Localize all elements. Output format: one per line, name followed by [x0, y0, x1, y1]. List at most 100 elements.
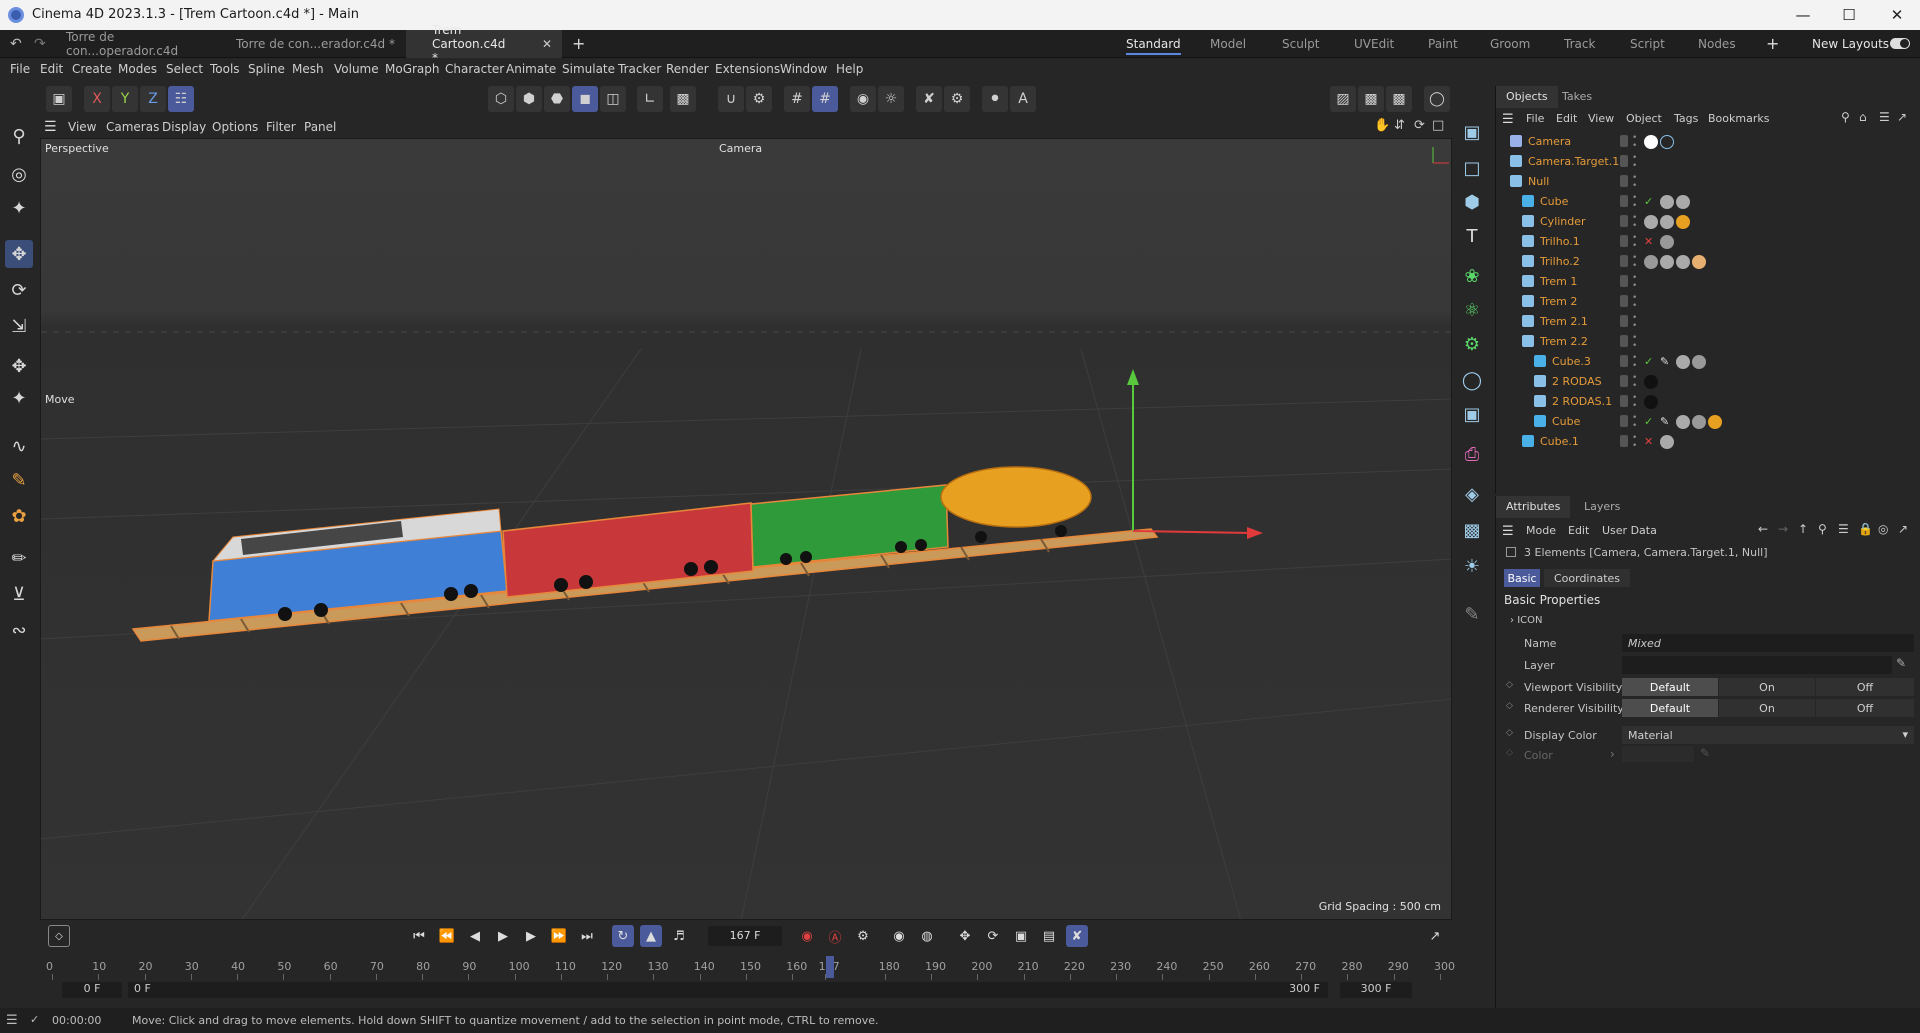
pan-view-icon[interactable]: ✋ [1374, 118, 1390, 133]
spline-icon[interactable]: □ [1458, 154, 1486, 182]
visibility-dots-icon[interactable]: • • [1632, 234, 1637, 251]
visibility-dots-icon[interactable]: • • [1632, 214, 1637, 231]
tab-layers[interactable]: Layers [1574, 496, 1630, 518]
knife-icon[interactable]: ⊻ [5, 580, 33, 608]
axis-y-button[interactable]: Y [112, 86, 138, 112]
layout-script[interactable]: Script [1630, 35, 1665, 53]
menu-help[interactable]: Help [836, 62, 863, 76]
viewport-menu-view[interactable]: View [68, 120, 96, 134]
timeline-ruler[interactable]: 0 10 20 30 40 50 60 70 80 90 100 110 120 130 140 150 160… [40, 952, 1455, 982]
search-icon[interactable]: ⚲ [5, 122, 33, 150]
axis-z-button[interactable]: Z [140, 86, 166, 112]
object-row[interactable]: Camera.Target.1 • • [1496, 152, 1920, 172]
edit-layer-icon[interactable] [1620, 215, 1628, 227]
menu-render[interactable]: Render [666, 62, 709, 76]
pen-tag-icon[interactable]: ✎ [1660, 415, 1674, 429]
menu-edit[interactable]: Edit [40, 62, 63, 76]
scale-selection-icon[interactable]: ✦ [5, 194, 33, 222]
next-key-icon[interactable]: ⏩ [548, 925, 570, 947]
menu-modes[interactable]: Modes [118, 62, 157, 76]
object-row[interactable]: Trem 2.1 • • [1496, 312, 1920, 332]
axis-mirror-icon[interactable]: ✘ [916, 86, 942, 112]
visibility-dots-icon[interactable]: • • [1632, 254, 1637, 271]
edit-layer-icon[interactable] [1620, 235, 1628, 247]
renderer-visibility-off[interactable]: Off [1816, 699, 1914, 717]
workplane-icon[interactable]: # [812, 86, 838, 112]
object-row[interactable]: Cube • • ✓ [1496, 192, 1920, 212]
layout-standard[interactable]: Standard [1126, 35, 1181, 55]
snap-settings-icon[interactable]: ⚙ [746, 86, 772, 112]
material-tag-icon[interactable] [1660, 255, 1674, 269]
camera-object-icon[interactable]: ⎙ [1458, 440, 1486, 468]
object-row[interactable]: Cube.1 • • ✕ [1496, 432, 1920, 452]
icon-group-toggle[interactable]: › ICON [1510, 615, 1542, 626]
material-tag-icon[interactable] [1676, 255, 1690, 269]
viewport-menu-display[interactable]: Display [162, 120, 206, 134]
objects-hamburger-icon[interactable]: ☰ [1502, 112, 1514, 127]
menu-simulate[interactable]: Simulate [562, 62, 615, 76]
menu-window[interactable]: Window [780, 62, 827, 76]
object-row[interactable]: Trem 2.2 • • [1496, 332, 1920, 352]
attributes-menu-mode[interactable]: Mode [1526, 524, 1556, 537]
add-layout-icon[interactable]: + [1766, 34, 1779, 53]
color-picker-icon[interactable]: ✎ [1700, 746, 1710, 760]
target-tag-icon[interactable] [1660, 135, 1674, 149]
edit-layer-icon[interactable] [1620, 435, 1628, 447]
menu-file[interactable]: File [10, 62, 30, 76]
material-tag-icon[interactable] [1660, 235, 1674, 249]
object-row[interactable]: Trilho.2 • • [1496, 252, 1920, 272]
material-tag-icon[interactable] [1644, 255, 1658, 269]
go-to-end-icon[interactable]: ⏭ [576, 925, 598, 947]
object-row[interactable]: Cylinder • • [1496, 212, 1920, 232]
material-tag-icon[interactable] [1692, 415, 1706, 429]
keyframe-settings-icon[interactable]: ⚙ [852, 925, 874, 947]
material-tag-icon[interactable] [1692, 355, 1706, 369]
name-field[interactable]: Mixed [1622, 634, 1914, 652]
material-tag-icon[interactable] [1660, 195, 1674, 209]
layout-groom[interactable]: Groom [1490, 35, 1530, 53]
object-row[interactable]: Trilho.1 • • ✕ [1496, 232, 1920, 252]
attr-target-icon[interactable]: ◎ [1878, 522, 1888, 536]
color-expand-icon[interactable]: › [1610, 747, 1615, 761]
soft-selection-icon[interactable]: ◉ [850, 86, 876, 112]
objects-menu-file[interactable]: File [1526, 112, 1544, 125]
layout-uvedit[interactable]: UVEdit [1354, 35, 1394, 53]
autokey-icon[interactable]: Ⓐ [824, 925, 846, 947]
prev-key-icon[interactable]: ⏪ [436, 925, 458, 947]
forward-arrow-icon[interactable]: → [1778, 522, 1788, 536]
viewport-menu-panel[interactable]: Panel [304, 120, 336, 134]
menu-tools[interactable]: Tools [210, 62, 240, 76]
enabled-check-icon[interactable]: ✓ [1644, 195, 1658, 209]
disabled-x-icon[interactable]: ✕ [1644, 435, 1658, 449]
menu-tracker[interactable]: Tracker [618, 62, 661, 76]
record-icon[interactable]: ◉ [796, 925, 818, 947]
texture-mode-icon[interactable]: ▩ [670, 86, 696, 112]
key-rotation-icon[interactable]: ◍ [916, 925, 938, 947]
sketch-icon[interactable]: ✎ [5, 466, 33, 494]
visibility-dots-icon[interactable]: • • [1632, 394, 1637, 411]
minimize-button[interactable]: — [1780, 0, 1826, 30]
renderer-visibility-default[interactable]: Default [1622, 699, 1718, 717]
menu-character[interactable]: Character [445, 62, 504, 76]
cube-icon[interactable]: ⬢ [1458, 188, 1486, 216]
object-row[interactable]: 2 RODAS • • [1496, 372, 1920, 392]
uv-mode-icon[interactable]: ◫ [600, 86, 626, 112]
visibility-dots-icon[interactable]: • • [1632, 414, 1637, 431]
edit-layer-icon[interactable] [1620, 295, 1628, 307]
polygons-mode-icon[interactable]: ⬣ [544, 86, 570, 112]
orbit-view-icon[interactable]: ⟳ [1414, 118, 1425, 133]
edit-layer-icon[interactable] [1620, 275, 1628, 287]
status-menu-icon[interactable]: ☰ [6, 1013, 18, 1028]
layout-sculpt[interactable]: Sculpt [1282, 35, 1319, 53]
objects-menu-view[interactable]: View [1588, 112, 1614, 125]
menu-select[interactable]: Select [166, 62, 203, 76]
material-tag-icon[interactable] [1676, 355, 1690, 369]
new-layouts-button[interactable]: New Layouts [1812, 35, 1889, 53]
current-frame-field[interactable]: 167 F [708, 926, 782, 946]
key-pla-icon[interactable]: ▤ [1038, 925, 1060, 947]
null-object-icon[interactable]: ▣ [1458, 118, 1486, 146]
material-tag-icon[interactable] [1692, 255, 1706, 269]
object-row[interactable]: Camera • • [1496, 132, 1920, 152]
viewport-visibility-default[interactable]: Default [1622, 678, 1718, 696]
modeling-settings-icon[interactable]: ⚙ [944, 86, 970, 112]
